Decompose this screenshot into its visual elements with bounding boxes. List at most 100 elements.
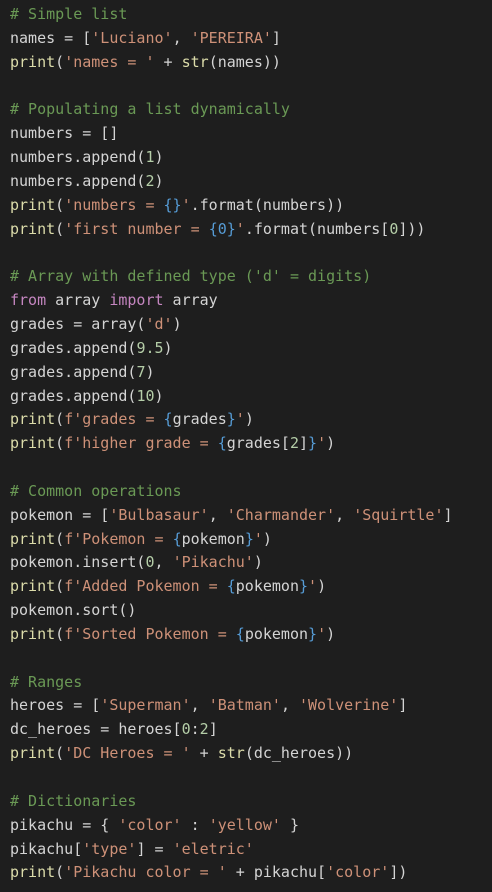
code-token-number: 2 bbox=[199, 720, 209, 739]
code-token-default: ) bbox=[326, 624, 336, 643]
code-token-string: 'color' bbox=[326, 863, 390, 882]
code-token-string: ' bbox=[181, 195, 191, 214]
code-line: # Populating a list dynamically bbox=[10, 98, 453, 122]
code-token-brace: } bbox=[308, 624, 318, 643]
code-token-default: ( bbox=[55, 577, 65, 596]
code-token-builtin: print bbox=[10, 434, 56, 453]
code-line: numbers.append(2) bbox=[10, 170, 453, 194]
code-line: # Dictionaries bbox=[10, 790, 453, 814]
code-token-builtin: print bbox=[10, 219, 56, 238]
code-token-number: 2 bbox=[289, 434, 299, 453]
code-token-default: ( bbox=[55, 410, 65, 429]
code-token-string: 'Charmander' bbox=[226, 505, 336, 524]
code-line: print('Pikachu color = ' + pikachu['colo… bbox=[10, 861, 453, 885]
code-token-default: numbers.append( bbox=[10, 171, 146, 190]
code-line: print('names = ' + str(names)) bbox=[10, 51, 453, 75]
code-token-default: numbers = [] bbox=[10, 124, 119, 143]
code-token-string: ' bbox=[317, 624, 327, 643]
code-token-string: 'eletric' bbox=[172, 839, 254, 858]
code-token-string: 'Pikachu color = ' bbox=[64, 863, 227, 882]
code-token-string: 'Wolverine' bbox=[299, 696, 399, 715]
code-line: print('DC Heroes = ' + str(dc_heroes)) bbox=[10, 742, 453, 766]
code-token-number: 2 bbox=[145, 171, 155, 190]
code-token-default: ( bbox=[55, 52, 65, 71]
code-line: # Simple list bbox=[10, 3, 453, 27]
code-token-number: 10 bbox=[136, 386, 155, 405]
code-token-default: grades.append( bbox=[10, 362, 137, 381]
code-token-string: ' bbox=[253, 529, 263, 548]
code-token-default: grades.append( bbox=[10, 338, 137, 357]
code-token-default: ( bbox=[55, 434, 65, 453]
code-token-string: 'DC Heroes = ' bbox=[64, 744, 191, 763]
code-token-brace: } bbox=[226, 410, 236, 429]
code-line: grades.append(7) bbox=[10, 361, 453, 385]
code-line: pokemon.insert(0, 'Pikachu') bbox=[10, 551, 453, 575]
code-token-string: f'grades = bbox=[64, 410, 164, 429]
code-token-string: 'names = ' bbox=[64, 52, 155, 71]
code-token-default: ] bbox=[271, 28, 281, 47]
code-token-default: ) bbox=[253, 553, 263, 572]
code-token-default: pokemon bbox=[244, 624, 309, 643]
code-token-brace: { bbox=[163, 410, 173, 429]
code-token-default: + pikachu[ bbox=[226, 863, 327, 882]
code-token-default: + bbox=[190, 744, 218, 763]
code-token-default: , bbox=[335, 505, 354, 524]
code-token-default: grades.append( bbox=[10, 386, 137, 405]
code-token-default: ) bbox=[172, 314, 182, 333]
code-line: # Common operations bbox=[10, 480, 453, 504]
code-token-number: 0 bbox=[145, 553, 155, 572]
code-token-default: , bbox=[154, 553, 173, 572]
code-token-string: ' bbox=[235, 410, 245, 429]
code-token-string: f'Pokemon = bbox=[64, 529, 173, 548]
code-token-default: ) bbox=[262, 529, 272, 548]
code-token-number: 1 bbox=[145, 148, 155, 167]
code-token-default: ) bbox=[326, 434, 336, 453]
code-content[interactable]: # Simple list names = ['Luciano', 'PEREIR… bbox=[10, 3, 453, 885]
code-token-string: 'type' bbox=[82, 839, 137, 858]
code-token-default: pokemon.sort() bbox=[10, 601, 137, 620]
code-token-default: (names)) bbox=[208, 52, 281, 71]
code-line: print(f'higher grade = {grades[2]}') bbox=[10, 432, 453, 456]
code-line: print(f'grades = {grades}') bbox=[10, 408, 453, 432]
code-token-default: ) bbox=[163, 338, 173, 357]
code-token-default: ( bbox=[55, 744, 65, 763]
code-line: print(f'Sorted Pokemon = {pokemon}') bbox=[10, 623, 453, 647]
code-token-builtin: print bbox=[10, 52, 56, 71]
code-line: print(f'Added Pokemon = {pokemon}') bbox=[10, 575, 453, 599]
code-token-default: grades = array( bbox=[10, 314, 146, 333]
code-token-brace: } bbox=[244, 529, 254, 548]
code-token-string: ' bbox=[308, 577, 318, 596]
code-token-default: ( bbox=[55, 863, 65, 882]
code-token-default: pikachu = { bbox=[10, 815, 119, 834]
code-token-default: ) bbox=[154, 386, 164, 405]
code-token-brace: { bbox=[235, 624, 245, 643]
code-token-default: .format(numbers)) bbox=[190, 195, 345, 214]
code-token-string: 'Pikachu' bbox=[172, 553, 254, 572]
code-token-keyword: import bbox=[109, 291, 164, 310]
code-token-default: ( bbox=[55, 624, 65, 643]
code-token-builtin: print bbox=[10, 529, 56, 548]
code-token-string: 'yellow' bbox=[208, 815, 281, 834]
code-token-default: names = [ bbox=[10, 28, 92, 47]
code-token-comment: # Array with defined type ('d' = digits) bbox=[10, 267, 372, 286]
code-editor[interactable]: # Simple list names = ['Luciano', 'PEREIR… bbox=[0, 0, 492, 892]
code-token-string: 'PEREIRA' bbox=[190, 28, 272, 47]
code-token-builtin: str bbox=[181, 52, 209, 71]
code-token-default: ] = bbox=[136, 839, 173, 858]
code-token-default: pikachu[ bbox=[10, 839, 83, 858]
code-token-brace: {0} bbox=[208, 219, 236, 238]
code-token-default: dc_heroes = heroes[ bbox=[10, 720, 182, 739]
code-token-number: 9.5 bbox=[136, 338, 164, 357]
code-token-default: numbers.append( bbox=[10, 148, 146, 167]
code-line: print('first number = {0}'.format(number… bbox=[10, 218, 453, 242]
code-token-default: ]) bbox=[389, 863, 408, 882]
code-line: grades = array('d') bbox=[10, 313, 453, 337]
code-token-default: , bbox=[172, 28, 191, 47]
code-token-string: 'Squirtle' bbox=[353, 505, 444, 524]
code-token-string: 'Luciano' bbox=[91, 28, 173, 47]
code-token-default: ( bbox=[55, 219, 65, 238]
